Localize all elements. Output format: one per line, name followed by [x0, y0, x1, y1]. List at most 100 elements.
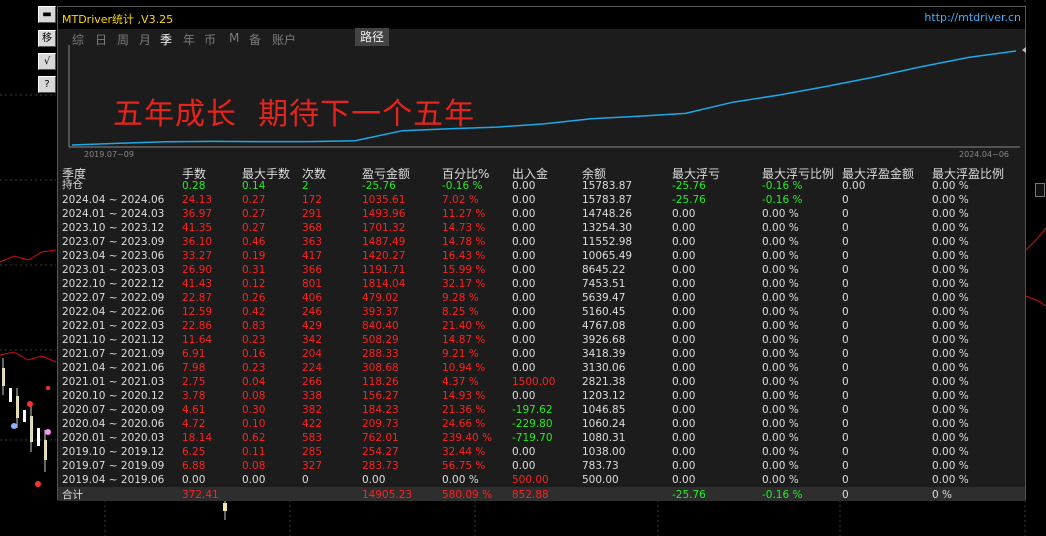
row-17-max_lots: 0.62: [242, 432, 266, 444]
row-15-count: 382: [302, 404, 323, 416]
row-0-pnl: 1035.61: [362, 194, 406, 206]
row-3-period: 2023.07 ~ 2023.09: [62, 236, 165, 248]
row-7-max_fp: 0: [842, 292, 849, 304]
tab-path[interactable]: 路径: [355, 28, 389, 46]
row-6-max_dd_pct: 0.00 %: [762, 278, 799, 290]
row-10-max_fp: 0: [842, 334, 849, 346]
row-14-lots: 3.78: [182, 390, 206, 402]
row-6-max_fp_pct: 0.00 %: [932, 278, 969, 290]
minimize-button[interactable]: ▬: [38, 6, 56, 23]
row-18-max_dd: 0.00: [672, 446, 696, 458]
row-4-max_fp_pct: 0.00 %: [932, 250, 969, 262]
holding-label: 持仓: [62, 179, 83, 191]
row-12-max_lots: 0.23: [242, 362, 266, 374]
row-5-balance: 8645.22: [582, 264, 626, 276]
row-20-count: 0: [302, 474, 309, 486]
row-4-pnl: 1420.27: [362, 250, 406, 262]
row-17-period: 2020.01 ~ 2020.03: [62, 432, 165, 444]
row-3-pnl: 1487.49: [362, 236, 406, 248]
row-14-max_fp: 0: [842, 390, 849, 402]
row-20-max_lots: 0.00: [242, 474, 266, 486]
row-11-max_dd_pct: 0.00 %: [762, 348, 799, 360]
row-19-pnl: 283.73: [362, 460, 399, 472]
row-13-flow: 1500.00: [512, 376, 556, 388]
row-17-max_dd_pct: 0.00 %: [762, 432, 799, 444]
row-5-pnl: 1191.71: [362, 264, 406, 276]
row-9-max_dd_pct: 0.00 %: [762, 320, 799, 332]
row-19-pct: 56.75 %: [442, 460, 486, 472]
row-6-period: 2022.10 ~ 2022.12: [62, 278, 165, 290]
row-11-count: 204: [302, 348, 323, 360]
row-16-max_fp_pct: 0.00 %: [932, 418, 969, 430]
row-0-pct: 7.02 %: [442, 194, 479, 206]
row-1-max_fp: 0: [842, 208, 849, 220]
row-6-flow: 0.00: [512, 278, 536, 290]
row-0-period: 2024.04 ~ 2024.06: [62, 194, 165, 206]
row-1-max_fp_pct: 0.00 %: [932, 208, 969, 220]
tab-magic[interactable]: M: [229, 31, 239, 45]
row-4-flow: 0.00: [512, 250, 536, 262]
holding-flow: 0.00: [512, 180, 536, 192]
row-9-lots: 22.86: [182, 320, 213, 332]
row-2-max_lots: 0.27: [242, 222, 266, 234]
row-4-max_dd_pct: 0.00 %: [762, 250, 799, 262]
row-20-max_fp_pct: 0.00 %: [932, 474, 969, 486]
row-2-pnl: 1701.32: [362, 222, 406, 234]
row-9-count: 429: [302, 320, 323, 332]
help-button[interactable]: ?: [38, 76, 56, 93]
holding-max_fp: 0.00: [842, 180, 866, 192]
row-15-pnl: 184.23: [362, 404, 399, 416]
row-12-balance: 3130.06: [582, 362, 626, 374]
row-19-max_dd_pct: 0.00 %: [762, 460, 799, 472]
confirm-button[interactable]: √: [38, 53, 56, 70]
row-5-max_dd: 0.00: [672, 264, 696, 276]
row-1-max_dd: 0.00: [672, 208, 696, 220]
row-8-max_fp: 0: [842, 306, 849, 318]
row-17-flow: -719.70: [512, 432, 553, 444]
row-0-max_fp_pct: 0.00 %: [932, 194, 969, 206]
row-11-period: 2021.07 ~ 2021.09: [62, 348, 165, 360]
total-pnl: 14905.23: [362, 489, 413, 501]
row-5-max_lots: 0.31: [242, 264, 266, 276]
row-7-max_dd_pct: 0.00 %: [762, 292, 799, 304]
row-3-flow: 0.00: [512, 236, 536, 248]
row-7-max_dd: 0.00: [672, 292, 696, 304]
row-18-pct: 32.44 %: [442, 446, 486, 458]
row-16-pct: 24.66 %: [442, 418, 486, 430]
row-18-flow: 0.00: [512, 446, 536, 458]
row-1-lots: 36.97: [182, 208, 213, 220]
row-10-count: 342: [302, 334, 323, 346]
row-18-pnl: 254.27: [362, 446, 399, 458]
row-4-pct: 16.43 %: [442, 250, 486, 262]
row-16-period: 2020.04 ~ 2020.06: [62, 418, 165, 430]
row-12-lots: 7.98: [182, 362, 206, 374]
holding-balance: 15783.87: [582, 180, 633, 192]
row-1-max_dd_pct: 0.00 %: [762, 208, 799, 220]
row-8-lots: 12.59: [182, 306, 213, 318]
row-15-max_fp: 0: [842, 404, 849, 416]
row-16-max_dd: 0.00: [672, 418, 696, 430]
row-17-balance: 1080.31: [582, 432, 626, 444]
row-2-period: 2023.10 ~ 2023.12: [62, 222, 165, 234]
row-4-max_dd: 0.00: [672, 250, 696, 262]
row-10-max_dd_pct: 0.00 %: [762, 334, 799, 346]
row-16-balance: 1060.24: [582, 418, 626, 430]
row-1-flow: 0.00: [512, 208, 536, 220]
row-3-pct: 14.78 %: [442, 236, 486, 248]
row-14-flow: 0.00: [512, 390, 536, 402]
row-15-balance: 1046.85: [582, 404, 626, 416]
holding-count: 2: [302, 180, 309, 192]
row-12-pct: 10.94 %: [442, 362, 486, 374]
row-0-max_lots: 0.27: [242, 194, 266, 206]
table-scroll-handle[interactable]: [1035, 183, 1045, 197]
row-12-max_dd_pct: 0.00 %: [762, 362, 799, 374]
row-0-balance: 15783.87: [582, 194, 633, 206]
row-1-balance: 14748.26: [582, 208, 633, 220]
row-18-count: 285: [302, 446, 323, 458]
chart-start-date: 2019.07~09: [84, 150, 134, 159]
website-link[interactable]: http://mtdriver.cn: [924, 11, 1021, 24]
row-11-lots: 6.91: [182, 348, 206, 360]
row-11-flow: 0.00: [512, 348, 536, 360]
move-button[interactable]: 移: [38, 30, 56, 47]
row-10-flow: 0.00: [512, 334, 536, 346]
